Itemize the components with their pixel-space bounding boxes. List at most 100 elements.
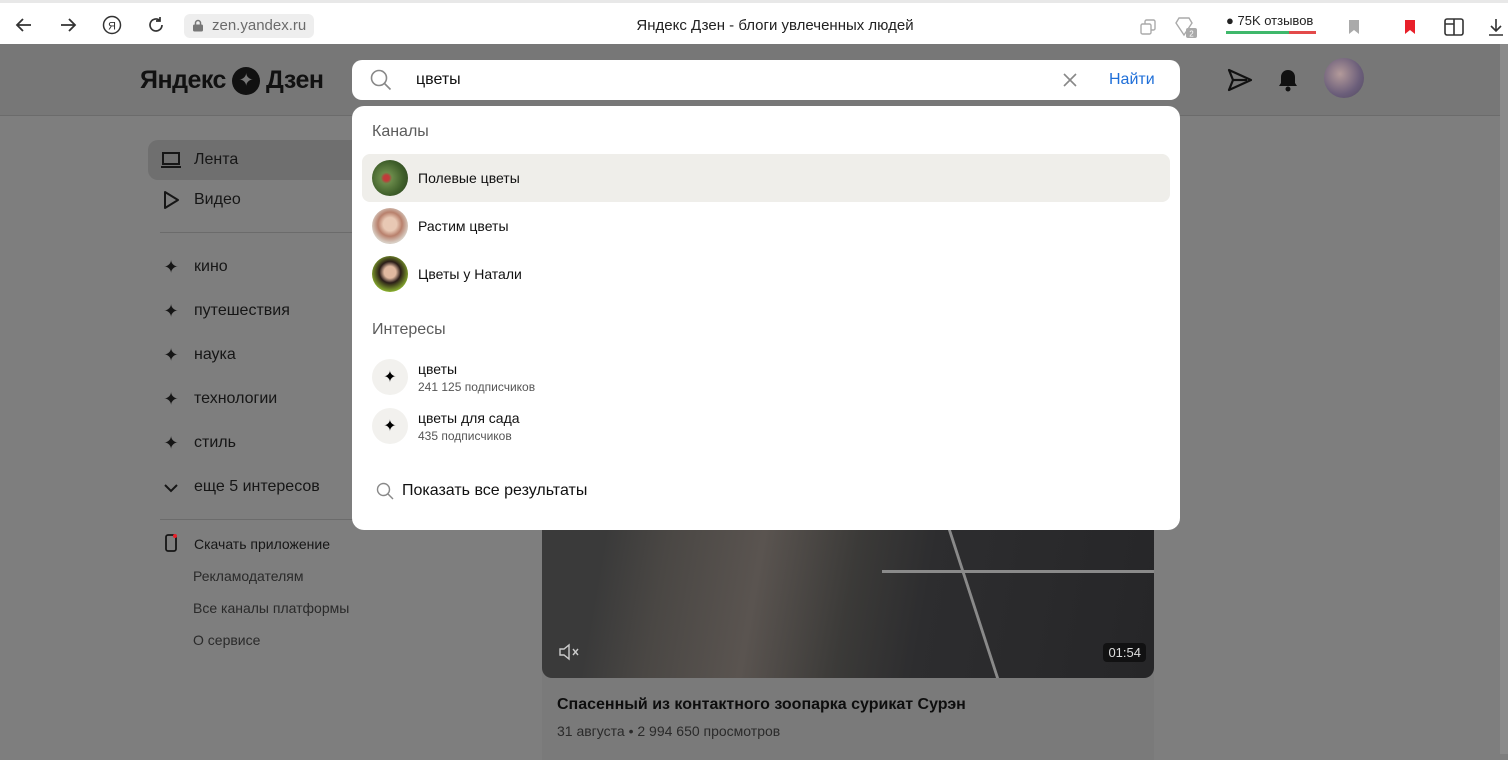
interest-suggestion[interactable]: ✦ цветы для сада 435 подписчиков bbox=[372, 406, 520, 446]
channels-heading: Каналы bbox=[372, 123, 429, 140]
interest-subscribers: 241 125 подписчиков bbox=[418, 379, 536, 394]
channel-name: Полевые цветы bbox=[418, 170, 520, 186]
interest-label: путешествия bbox=[194, 302, 290, 319]
nav-video-label: Видео bbox=[194, 191, 241, 208]
channel-suggestion[interactable]: Полевые цветы bbox=[362, 154, 1170, 202]
nav-feed[interactable]: Лента bbox=[148, 140, 373, 180]
sparkle-icon: ✦ bbox=[163, 432, 179, 453]
bell-icon[interactable] bbox=[1274, 66, 1302, 94]
download-app-link[interactable]: Скачать приложение bbox=[148, 528, 488, 560]
yandex-logo-icon: Я bbox=[102, 15, 122, 35]
search-suggestions: Каналы Полевые цветы Растим цветы Цветы … bbox=[352, 106, 1180, 530]
reviews-count: 75K отзывов bbox=[1237, 13, 1314, 28]
interest-label: наука bbox=[194, 346, 236, 363]
copy-icon bbox=[1140, 19, 1156, 35]
download-icon bbox=[1489, 19, 1503, 36]
browser-toolbar: Я zen.yandex.ru Яндекс Дзен - блоги увле… bbox=[0, 0, 1508, 44]
video-duration: 01:54 bbox=[1103, 643, 1146, 662]
search-box: Найти bbox=[352, 60, 1180, 100]
address-bar[interactable]: zen.yandex.ru bbox=[184, 14, 315, 38]
laptop-icon bbox=[160, 149, 182, 171]
lock-icon bbox=[193, 19, 203, 32]
collections-button[interactable] bbox=[1440, 13, 1468, 41]
interest-subscribers: 435 подписчиков bbox=[418, 428, 512, 443]
sparkle-icon: ✦ bbox=[163, 344, 179, 365]
back-button[interactable] bbox=[10, 11, 38, 39]
channel-name: Цветы у Натали bbox=[418, 266, 522, 282]
channel-suggestion[interactable]: Растим цветы bbox=[362, 202, 1170, 250]
bookmark-button[interactable] bbox=[1340, 13, 1368, 41]
play-icon bbox=[160, 189, 182, 211]
reload-icon bbox=[149, 17, 163, 32]
channel-avatar bbox=[372, 256, 408, 292]
rating-bar bbox=[1226, 31, 1316, 34]
collections-icon bbox=[1444, 18, 1464, 36]
copy-button[interactable] bbox=[1134, 13, 1162, 41]
search-input[interactable] bbox=[416, 68, 1036, 92]
svg-text:Я: Я bbox=[108, 21, 116, 33]
sidebar-divider bbox=[160, 232, 360, 233]
video-card[interactable]: 01:54 Спасенный из контактного зоопарка … bbox=[542, 530, 1154, 760]
search-icon bbox=[370, 69, 392, 91]
page-scrollbar[interactable] bbox=[1500, 44, 1508, 754]
downloads-button[interactable] bbox=[1482, 13, 1508, 41]
download-app-label: Скачать приложение bbox=[194, 536, 331, 552]
video-thumbnail[interactable]: 01:54 bbox=[542, 530, 1154, 678]
arrow-left-icon bbox=[15, 18, 31, 32]
sparkle-icon: ✦ bbox=[163, 300, 179, 321]
interests-heading: Интересы bbox=[372, 321, 446, 338]
channel-avatar bbox=[372, 208, 408, 244]
interest-label: стиль bbox=[194, 434, 236, 451]
interest-label: технологии bbox=[194, 390, 278, 407]
show-all-results[interactable]: Показать все результаты bbox=[376, 482, 587, 500]
show-all-label: Показать все результаты bbox=[402, 482, 588, 499]
url-text: zen.yandex.ru bbox=[212, 17, 307, 34]
bookmark-red-icon bbox=[1405, 20, 1415, 34]
user-avatar[interactable] bbox=[1324, 58, 1364, 98]
yandex-button[interactable]: Я bbox=[98, 11, 126, 39]
tile-seam bbox=[947, 530, 1000, 678]
shield-counter-icon: 2 bbox=[1175, 17, 1197, 39]
footer-link[interactable]: О сервисе bbox=[148, 624, 488, 656]
reload-button[interactable] bbox=[142, 11, 170, 39]
counter-badge: 2 bbox=[1189, 30, 1194, 39]
sparkle-icon: ✦ bbox=[372, 359, 408, 395]
forward-button[interactable] bbox=[54, 11, 82, 39]
sidebar-divider bbox=[160, 519, 360, 520]
interest-name: цветы bbox=[418, 360, 458, 377]
sparkle-icon: ✦ bbox=[163, 388, 179, 409]
zen-star-icon: ✦ bbox=[231, 66, 260, 95]
bookmark-saved-button[interactable] bbox=[1396, 13, 1424, 41]
zen-logo[interactable]: Яндекс ✦ Дзен bbox=[140, 66, 324, 95]
phone-icon bbox=[160, 533, 182, 555]
arrow-right-icon bbox=[61, 18, 77, 32]
send-icon[interactable] bbox=[1226, 66, 1254, 94]
reviews-widget[interactable]: ● 75K отзывов bbox=[1226, 13, 1316, 34]
sparkle-icon: ✦ bbox=[163, 256, 179, 277]
card-title[interactable]: Спасенный из контактного зоопарка сурика… bbox=[557, 696, 966, 714]
interest-label: кино bbox=[194, 258, 228, 275]
search-submit-button[interactable]: Найти bbox=[1109, 71, 1155, 89]
footer-link[interactable]: Все каналы платформы bbox=[148, 592, 488, 624]
protect-button[interactable]: 2 bbox=[1172, 13, 1200, 41]
tile-seam bbox=[882, 570, 1154, 573]
footer-link[interactable]: Рекламодателям bbox=[148, 560, 488, 592]
nav-feed-label: Лента bbox=[194, 151, 239, 168]
sparkle-icon: ✦ bbox=[372, 408, 408, 444]
logo-text-yandex: Яндекс bbox=[140, 66, 226, 94]
channel-avatar bbox=[372, 160, 408, 196]
close-icon[interactable] bbox=[1060, 70, 1080, 90]
channel-suggestion[interactable]: Цветы у Натали bbox=[362, 250, 1170, 298]
interest-name: цветы для сада bbox=[418, 409, 520, 426]
chevron-down-icon bbox=[160, 477, 182, 498]
search-icon bbox=[376, 482, 394, 500]
channel-name: Растим цветы bbox=[418, 218, 509, 234]
tab-title: Яндекс Дзен - блоги увлеченных людей bbox=[636, 17, 914, 34]
more-interests-label: еще 5 интересов bbox=[194, 478, 320, 495]
logo-text-zen: Дзен bbox=[265, 66, 324, 94]
bookmark-icon bbox=[1349, 20, 1359, 34]
mute-icon[interactable] bbox=[558, 642, 582, 662]
card-meta: 31 августа • 2 994 650 просмотров bbox=[557, 723, 781, 739]
chat-bubble-icon: ● bbox=[1226, 13, 1234, 28]
interest-suggestion[interactable]: ✦ цветы 241 125 подписчиков bbox=[372, 357, 535, 397]
